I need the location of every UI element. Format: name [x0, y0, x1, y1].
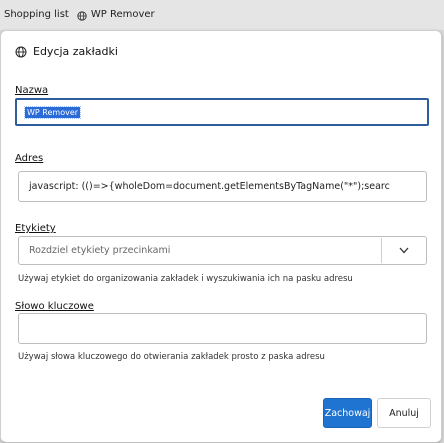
tags-placeholder: Rozdziel etykiety przecinkami — [29, 245, 171, 256]
bookmarks-toolbar: Shopping list WP Remover — [0, 0, 444, 30]
dialog-title-text: Edycja zakładki — [33, 45, 118, 58]
tags-field[interactable]: Rozdziel etykiety przecinkami — [18, 236, 427, 265]
bookmark-label: Shopping list — [4, 9, 69, 20]
name-field[interactable]: WP Remover — [15, 98, 429, 126]
keyword-hint: Używaj słowa kluczowego do otwierania za… — [18, 352, 325, 362]
name-label: Nazwa — [15, 85, 49, 96]
keyword-field[interactable] — [18, 313, 427, 344]
dialog-title: Edycja zakładki — [15, 45, 118, 58]
dropdown-divider — [381, 238, 382, 263]
edit-bookmark-dialog: Edycja zakładki Nazwa WP Remover Adres j… — [0, 30, 442, 443]
address-label: Adres — [15, 153, 44, 164]
bookmark-shopping-list[interactable]: Shopping list — [4, 6, 69, 24]
name-field-value: WP Remover — [23, 105, 82, 119]
globe-icon — [77, 10, 87, 21]
globe-icon — [15, 46, 27, 58]
cancel-button[interactable]: Anuluj — [377, 398, 431, 428]
bookmark-label: WP Remover — [90, 9, 155, 20]
keyword-label: Słowo kluczowe — [15, 301, 94, 312]
tags-hint: Używaj etykiet do organizowania zakładek… — [18, 274, 353, 284]
bookmark-wp-remover[interactable]: WP Remover — [77, 6, 155, 24]
tags-dropdown-button[interactable] — [383, 237, 425, 264]
address-field-value: javascript: (()=>{wholeDom=document.getE… — [29, 181, 390, 192]
address-field[interactable]: javascript: (()=>{wholeDom=document.getE… — [18, 171, 427, 202]
tags-label: Etykiety — [15, 223, 56, 234]
chevron-down-icon — [399, 244, 409, 257]
save-button[interactable]: Zachowaj — [323, 398, 372, 428]
